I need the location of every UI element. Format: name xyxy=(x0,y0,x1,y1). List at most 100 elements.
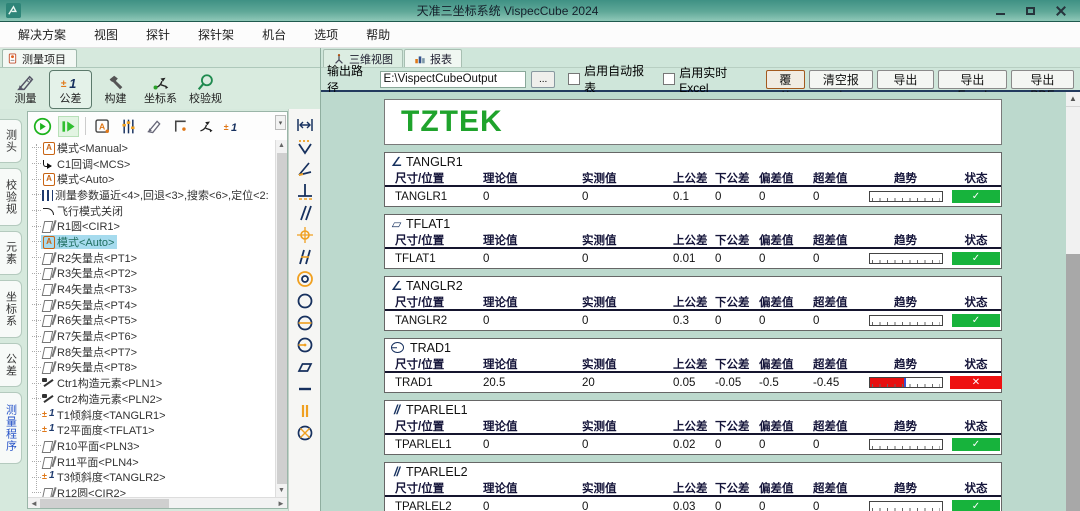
导出Excel-button[interactable]: 导出Excel xyxy=(938,70,1007,89)
menu-item[interactable]: 帮助 xyxy=(352,22,404,47)
tree-item[interactable]: T3倾斜度<TANGLR2> xyxy=(28,469,275,485)
pm1-icon[interactable]: ±1 xyxy=(223,117,242,136)
tree-item[interactable]: R10平面<PLN3> xyxy=(28,438,275,454)
tree-item[interactable]: 飞行模式关闭 xyxy=(28,203,275,219)
scroll-up-icon[interactable]: ▲ xyxy=(276,140,287,152)
scroll-right-icon[interactable]: ► xyxy=(275,499,287,508)
menu-item[interactable]: 选项 xyxy=(300,22,352,47)
tree-item[interactable]: R2矢量点<PT1> xyxy=(28,250,275,266)
symmetry-icon[interactable] xyxy=(295,401,315,421)
tree-vscroll-thumb[interactable] xyxy=(277,153,287,484)
straightness-icon[interactable] xyxy=(295,379,315,399)
tree-item[interactable]: Ctr1构造元素<PLN1> xyxy=(28,375,275,391)
branch-icon[interactable] xyxy=(197,117,216,136)
checkbox-启用实时Excel[interactable]: 启用实时Excel xyxy=(663,62,755,96)
tree-item[interactable]: T2平面度<TFLAT1> xyxy=(28,422,275,438)
ribbon-caliper-button[interactable]: 测量 xyxy=(4,70,47,109)
tree-item[interactable]: R7矢量点<PT6> xyxy=(28,328,275,344)
tree-item[interactable]: R6矢量点<PT5> xyxy=(28,313,275,329)
清空报表-button[interactable]: 清空报表 xyxy=(809,70,872,89)
tree-item[interactable]: R8矢量点<PT7> xyxy=(28,344,275,360)
tree-item[interactable]: R12圆<CIR2> xyxy=(28,485,275,497)
params-icon[interactable] xyxy=(119,117,138,136)
distance-icon[interactable] xyxy=(295,115,315,135)
browse-button[interactable]: ... xyxy=(531,71,555,88)
tree-item[interactable]: R9矢量点<PT8> xyxy=(28,360,275,376)
tree-horizontal-scrollbar[interactable]: ◄ ► xyxy=(28,497,287,508)
datum-target-icon[interactable] xyxy=(295,423,315,443)
tree-item[interactable]: 模式<Auto> xyxy=(28,171,275,187)
report-scroll-up-icon[interactable]: ▲ xyxy=(1066,92,1080,106)
slant-parallel-icon[interactable] xyxy=(295,247,315,267)
measure-icon xyxy=(42,456,55,468)
tree-vertical-scrollbar[interactable]: ▲ ▼ xyxy=(275,140,287,497)
minimize-button[interactable] xyxy=(994,4,1008,18)
run-icon[interactable] xyxy=(33,117,52,136)
ribbon-hammer-button[interactable]: 构建 xyxy=(94,70,137,109)
side-tab[interactable]: 元素 xyxy=(0,231,22,275)
auto-mode-icon[interactable]: A xyxy=(93,117,112,136)
position-icon[interactable] xyxy=(295,225,315,245)
angularity-icon[interactable] xyxy=(295,159,315,179)
restore-button[interactable] xyxy=(1024,4,1038,18)
section-title: TANGLR2 xyxy=(406,279,463,293)
report-scroll-thumb[interactable] xyxy=(1066,106,1080,254)
value-cell: 0 xyxy=(813,439,861,451)
tree-item[interactable]: R11平面<PLN4> xyxy=(28,454,275,470)
parallelism-icon[interactable] xyxy=(295,203,315,223)
tree-item[interactable]: T1倾斜度<TANGLR1> xyxy=(28,407,275,423)
profile-line-icon[interactable] xyxy=(295,137,315,157)
scroll-down-icon[interactable]: ▼ xyxy=(276,485,287,497)
side-tab[interactable]: 测量程序 xyxy=(0,392,22,464)
menu-item[interactable]: 解决方案 xyxy=(4,22,80,47)
roundness-icon[interactable] xyxy=(295,291,315,311)
tree-item[interactable]: 模式<Auto> xyxy=(28,234,275,250)
perpendicularity-icon[interactable] xyxy=(295,181,315,201)
flatness-icon[interactable] xyxy=(295,357,315,377)
close-button[interactable] xyxy=(1054,4,1068,18)
tree-item[interactable]: C1回调<MCS> xyxy=(28,156,275,172)
tree-item[interactable]: R4矢量点<PT3> xyxy=(28,281,275,297)
checkbox-box[interactable] xyxy=(568,73,580,85)
side-tab[interactable]: 公差 xyxy=(0,343,22,387)
tree-item[interactable]: 测量参数逼近<4>,回退<3>,搜索<6>,定位<2: xyxy=(28,187,275,203)
导出csv-button[interactable]: 导出csv xyxy=(877,70,934,89)
ribbon-tolerance-button[interactable]: ±1公差 xyxy=(49,70,92,109)
runout-line-icon[interactable] xyxy=(295,313,315,333)
ribbon-coordinate-button[interactable]: 坐标系 xyxy=(139,70,182,109)
step-run-icon[interactable] xyxy=(59,117,78,136)
circular-runout-icon[interactable] xyxy=(295,335,315,355)
corner-icon[interactable] xyxy=(171,117,190,136)
measure-icon xyxy=(42,267,55,279)
tree-item[interactable]: 模式<Manual> xyxy=(28,140,275,156)
导出PDF-button[interactable]: 导出PDF xyxy=(1011,70,1074,89)
checkbox-启用自动报表[interactable]: 启用自动报表 xyxy=(568,62,655,96)
tree-item[interactable]: R1圆<CIR1> xyxy=(28,218,275,234)
report-page: TZTEK ∠TANGLR1尺寸/位置理论值实测值上公差下公差偏差值超差值趋势状… xyxy=(384,99,1002,511)
ribbon-magnifier-button[interactable]: 校验规 xyxy=(184,70,227,109)
value-cell: 0 xyxy=(483,315,582,327)
side-tab[interactable]: 坐标系 xyxy=(0,280,22,338)
hscroll-track[interactable] xyxy=(40,499,275,508)
menu-item[interactable]: 机台 xyxy=(248,22,300,47)
tab-measure-project[interactable]: 测量项目 xyxy=(2,49,77,67)
hscroll-thumb[interactable] xyxy=(40,499,169,508)
覆盖-button[interactable]: 覆盖 xyxy=(766,70,806,89)
scroll-left-icon[interactable]: ◄ xyxy=(28,499,40,508)
caliper-sm-icon[interactable] xyxy=(145,117,164,136)
side-tab[interactable]: 校验规 xyxy=(0,168,22,226)
tab-report[interactable]: 报表 xyxy=(404,49,462,67)
checkbox-box[interactable] xyxy=(663,73,675,85)
menu-item[interactable]: 视图 xyxy=(80,22,132,47)
toolbar-overflow-icon[interactable]: ▾ xyxy=(275,115,286,130)
side-tab[interactable]: 测头 xyxy=(0,119,22,163)
concentricity-icon[interactable] xyxy=(295,269,315,289)
menu-item[interactable]: 探针架 xyxy=(184,22,248,47)
column-header: 实测值 xyxy=(582,356,673,372)
tree-item[interactable]: Ctr2构造元素<PLN2> xyxy=(28,391,275,407)
output-path-input[interactable]: E:\VispectCubeOutput xyxy=(380,71,527,88)
menu-item[interactable]: 探针 xyxy=(132,22,184,47)
report-scrollbar[interactable]: ▲ xyxy=(1066,92,1080,511)
tree-item[interactable]: R5矢量点<PT4> xyxy=(28,297,275,313)
tree-item[interactable]: R3矢量点<PT2> xyxy=(28,266,275,282)
